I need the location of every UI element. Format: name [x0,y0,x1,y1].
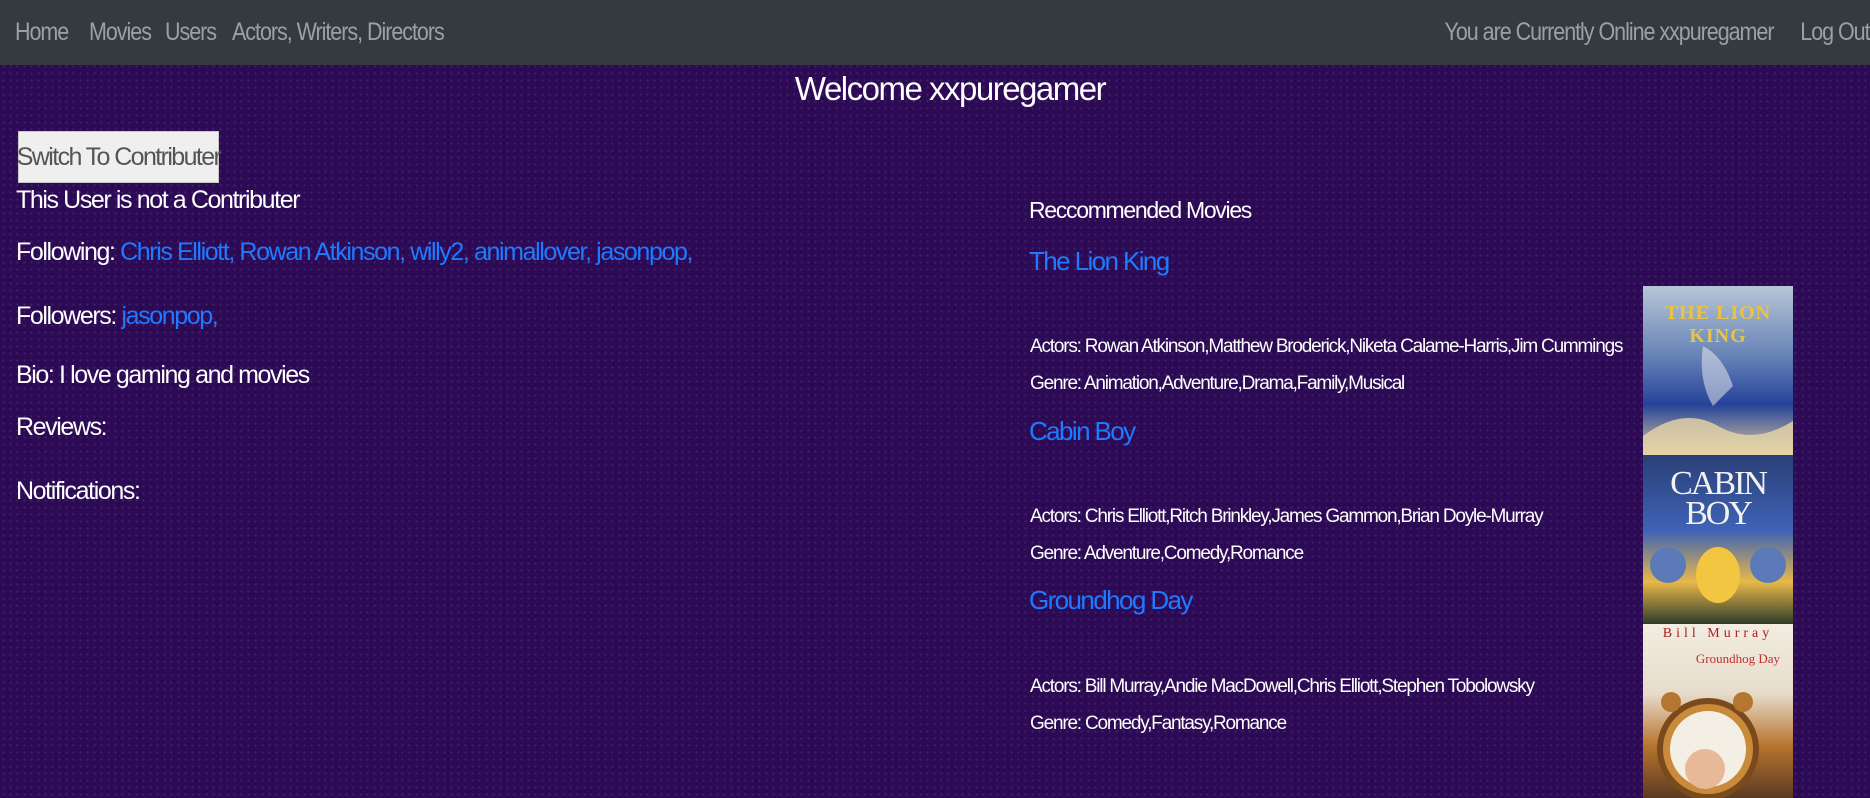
nav-links: Home Movies Users Actors, Writers, Direc… [15,18,478,47]
movie-genre: Genre: Adventure,Comedy,Romance [1030,543,1304,564]
movie-poster[interactable]: THE LION KING [1643,286,1793,455]
movie-genre: Genre: Comedy,Fantasy,Romance [1030,713,1287,734]
movie-title-link[interactable]: Groundhog Day [1029,585,1193,616]
poster-art [1643,346,1793,455]
following-user-link[interactable]: jasonpop, [596,238,693,266]
movie-actors: Actors: Chris Elliott,Ritch Brinkley,Jam… [1030,506,1544,527]
nav-movies-link[interactable]: Movies [89,18,152,47]
following-user-link[interactable]: Chris Elliott, [120,238,235,266]
movie-title-link[interactable]: The Lion King [1029,246,1170,277]
following-user-link[interactable]: willy2, [410,238,470,266]
welcome-heading: Welcome xxpuregamer [794,70,1107,107]
navbar: Home Movies Users Actors, Writers, Direc… [0,0,1870,65]
poster-art [1650,547,1786,603]
poster-art [1657,692,1759,798]
movie-poster[interactable]: Bill Murray Groundhog Day [1643,624,1793,798]
online-status-text: You are Currently Online xxpuregamer [1444,18,1775,46]
movie-title-link[interactable]: Cabin Boy [1029,416,1136,447]
movie-poster[interactable]: CABIN BOY [1643,455,1793,624]
nav-home-link[interactable]: Home [15,18,69,47]
nav-users-link[interactable]: Users [165,18,217,47]
movie-actors: Actors: Bill Murray,Andie MacDowell,Chri… [1030,676,1535,697]
nav-people-link[interactable]: Actors, Writers, Directors [232,18,445,47]
notifications-label: Notifications: [16,477,141,505]
followers-row: Followers: jasonpop, [16,302,219,331]
follower-user-link[interactable]: jasonpop, [121,302,218,330]
following-user-link[interactable]: Rowan Atkinson, [239,238,406,266]
reviews-label: Reviews: [16,413,108,441]
contributor-status: This User is not a Contributer [16,186,301,214]
switch-to-contributor-button[interactable]: Switch To Contributer [17,131,222,183]
following-label: Following: [16,238,116,266]
recommended-movies-heading: Reccommended Movies [1029,197,1252,223]
movie-actors: Actors: Rowan Atkinson,Matthew Broderick… [1030,336,1623,357]
following-user-link[interactable]: animallover, [474,238,592,266]
nav-account: You are Currently Online xxpuregamer Log… [1391,0,1870,65]
followers-label: Followers: [16,302,117,330]
following-row: Following: Chris Elliott, Rowan Atkinson… [16,238,693,267]
bio-text: Bio: I love gaming and movies [16,361,310,389]
movie-genre: Genre: Animation,Adventure,Drama,Family,… [1030,373,1405,394]
logout-link[interactable]: Log Out [1801,18,1870,47]
